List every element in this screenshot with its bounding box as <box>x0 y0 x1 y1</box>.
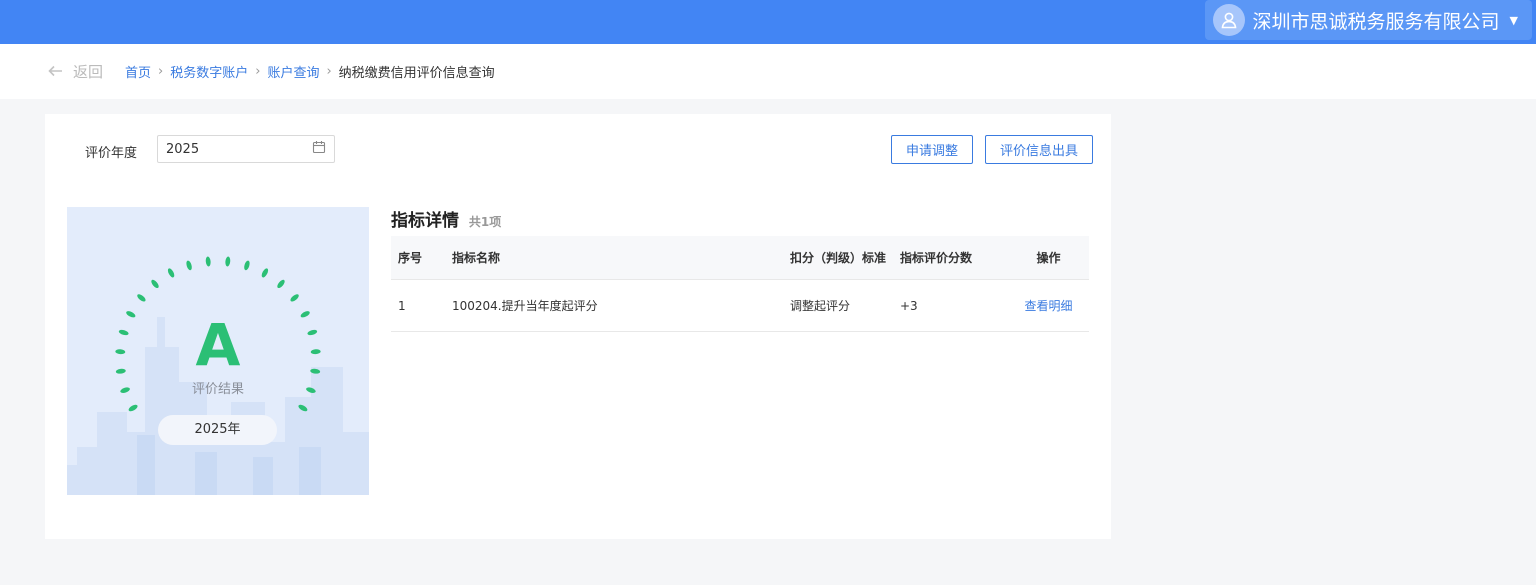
result-year-badge: 2025年 <box>158 415 277 445</box>
caret-down-icon: ▼ <box>1509 13 1518 27</box>
indicator-table: 序号 指标名称 扣分（判级）标准 指标评价分数 操作 1 100204.提升当年… <box>391 236 1089 332</box>
col-name: 指标名称 <box>452 251 501 265</box>
col-score: 指标评价分数 <box>900 251 973 265</box>
top-bar: 深圳市思诚税务服务有限公司 ▼ <box>0 0 1536 44</box>
dial-dot <box>128 404 138 412</box>
dial-dot <box>261 268 269 278</box>
breadcrumb-home[interactable]: 首页 <box>125 62 151 81</box>
col-index: 序号 <box>398 251 423 265</box>
company-switcher[interactable]: 深圳市思诚税务服务有限公司 ▼ <box>1204 0 1532 40</box>
dial-dot <box>298 404 308 412</box>
col-action: 操作 <box>1036 251 1061 265</box>
breadcrumb-account-query[interactable]: 账户查询 <box>267 62 319 81</box>
grade-value: A <box>195 311 241 379</box>
user-icon <box>1212 4 1245 36</box>
table-row: 1 100204.提升当年度起评分 调整起评分 +3 查看明细 <box>391 280 1089 332</box>
chevron-right-icon: › <box>255 64 261 79</box>
calendar-icon <box>312 140 326 158</box>
year-value: 2025 <box>166 141 200 157</box>
dial-dot <box>167 268 175 278</box>
breadcrumb-tax-account[interactable]: 税务数字账户 <box>170 62 248 81</box>
dial-dot <box>277 279 285 289</box>
year-picker[interactable]: 2025 <box>157 135 335 163</box>
grade-caption: 评价结果 <box>191 382 244 397</box>
table-header: 序号 指标名称 扣分（判级）标准 指标评价分数 操作 <box>391 236 1089 280</box>
dial-dot <box>137 294 146 302</box>
breadcrumb: 首页 › 税务数字账户 › 账户查询 › 纳税缴费信用评价信息查询 <box>125 62 495 81</box>
row-index: 1 <box>398 298 406 313</box>
result-panel: A 评价结果 2025年 <box>67 207 369 495</box>
main-card: 评价年度 2025 申请调整 评价信息出具 A 评价结果 2025年 指标详情 … <box>45 114 1111 539</box>
view-detail-link[interactable]: 查看明细 <box>1008 297 1089 314</box>
row-name: 100204.提升当年度起评分 <box>452 299 598 313</box>
arrow-left-icon <box>48 62 63 81</box>
issue-info-button[interactable]: 评价信息出具 <box>985 135 1094 164</box>
row-score: +3 <box>900 298 918 313</box>
year-label: 评价年度 <box>85 146 138 161</box>
company-name: 深圳市思诚税务服务有限公司 <box>1252 10 1500 33</box>
sub-navigation: 返回 首页 › 税务数字账户 › 账户查询 › 纳税缴费信用评价信息查询 <box>0 44 1536 99</box>
row-standard: 调整起评分 <box>790 299 851 313</box>
back-label: 返回 <box>73 63 104 81</box>
detail-count: 共1项 <box>468 215 502 229</box>
back-button[interactable]: 返回 <box>48 61 103 82</box>
dial-dot <box>244 260 250 271</box>
dial-dot <box>225 256 231 267</box>
breadcrumb-current: 纳税缴费信用评价信息查询 <box>338 66 495 81</box>
apply-adjust-button[interactable]: 申请调整 <box>891 135 974 164</box>
col-standard: 扣分（判级）标准 <box>790 251 887 265</box>
chevron-right-icon: › <box>158 64 164 79</box>
chevron-right-icon: › <box>326 64 332 79</box>
dial-dot <box>290 294 299 302</box>
detail-title-text: 指标详情 <box>391 211 459 231</box>
dial-dot <box>186 260 192 271</box>
dial-dot <box>151 279 159 289</box>
detail-title: 指标详情 共1项 <box>391 206 501 231</box>
dial-dot <box>205 256 211 267</box>
